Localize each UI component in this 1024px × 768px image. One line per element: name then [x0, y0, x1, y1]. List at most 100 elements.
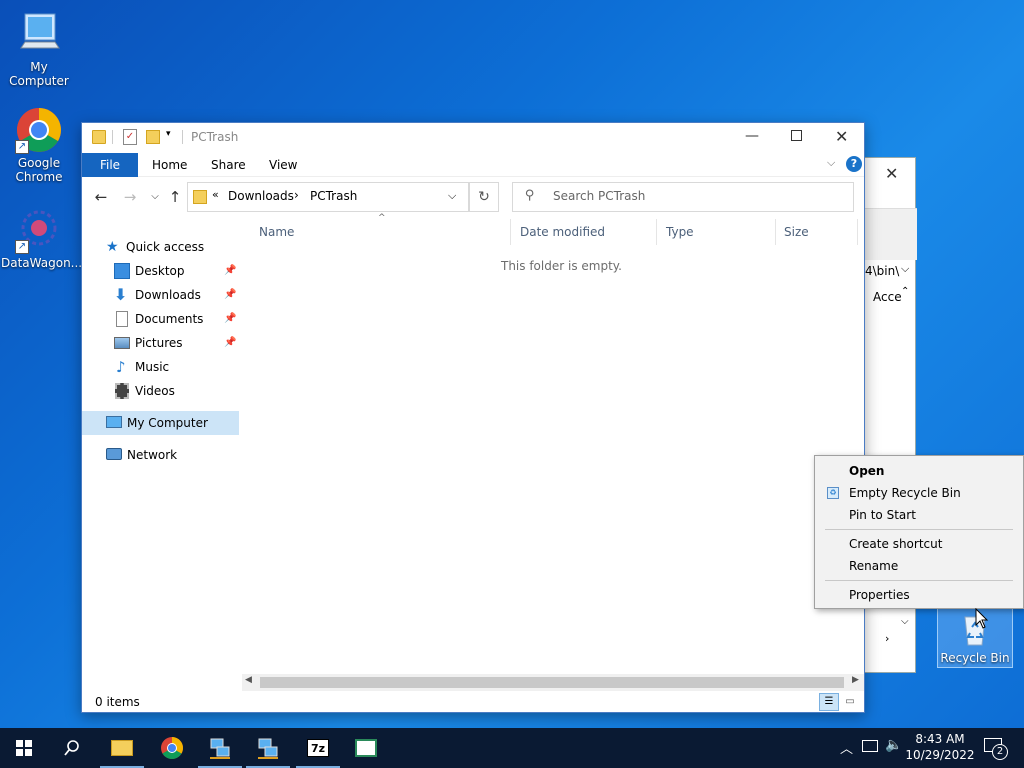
tab-file[interactable]: File: [82, 153, 138, 177]
clock-date: 10/29/2022: [905, 748, 975, 762]
volume-icon[interactable]: 🔈: [885, 737, 902, 753]
address-overflow[interactable]: «: [212, 188, 219, 201]
star-icon: ★: [106, 239, 119, 255]
maximize-icon[interactable]: [791, 130, 802, 141]
nav-my-computer[interactable]: My Computer: [82, 411, 239, 435]
nav-downloads[interactable]: ⬇ Downloads 📌: [82, 283, 239, 307]
column-header-size[interactable]: Size: [776, 219, 858, 245]
shortcut-arrow-icon: ↗: [15, 240, 29, 254]
breadcrumb-pctrash[interactable]: PCTrash: [310, 189, 357, 203]
scroll-up-icon[interactable]: ⌃: [901, 286, 909, 297]
network-icon: [106, 448, 122, 460]
taskbar-7zip[interactable]: 7z: [294, 728, 342, 768]
scroll-down-icon[interactable]: ⌵: [901, 616, 909, 627]
documents-icon: [116, 311, 128, 327]
videos-icon: [115, 383, 129, 399]
nav-network[interactable]: Network: [82, 443, 239, 467]
close-icon[interactable]: ✕: [885, 164, 898, 183]
file-explorer-icon: [111, 740, 133, 756]
navigation-pane: ★ Quick access Desktop 📌 ⬇ Downloads 📌 D…: [82, 233, 239, 683]
scroll-left-icon[interactable]: ◀: [245, 675, 252, 685]
chevron-up-icon[interactable]: ︿: [840, 738, 853, 757]
pin-icon[interactable]: 📌: [224, 283, 236, 307]
nav-videos[interactable]: Videos: [82, 379, 239, 403]
tab-home[interactable]: Home: [138, 153, 201, 177]
up-arrow-icon[interactable]: ↑: [164, 185, 186, 209]
scroll-right-icon[interactable]: ›: [885, 632, 889, 645]
column-header-type[interactable]: Type: [658, 219, 776, 245]
item-count: 0 items: [95, 695, 140, 709]
scroll-thumb[interactable]: [260, 677, 844, 688]
pin-icon[interactable]: 📌: [224, 331, 236, 355]
title-bar[interactable]: ✓ ▾ PCTrash — ✕: [82, 123, 864, 153]
back-arrow-icon[interactable]: ←: [90, 185, 112, 209]
desktop-icon-label: DataWagon...: [1, 256, 83, 270]
menu-item-properties[interactable]: Properties: [815, 584, 1023, 606]
scroll-right-icon[interactable]: ▶: [852, 675, 859, 685]
taskbar-chrome[interactable]: [148, 728, 196, 768]
nav-pictures[interactable]: Pictures 📌: [82, 331, 239, 355]
close-icon[interactable]: ✕: [835, 127, 848, 146]
address-bar[interactable]: « Downloads › PCTrash ⌵: [187, 182, 469, 212]
search-placeholder: Search PCTrash: [553, 189, 646, 203]
recent-dropdown-icon[interactable]: ⌵: [144, 185, 166, 209]
menu-separator: [825, 529, 1013, 530]
details-view-icon[interactable]: ☰: [819, 693, 839, 711]
properties-check-icon[interactable]: ✓: [123, 129, 137, 145]
download-arrow-icon: ⬇: [114, 285, 128, 304]
search-button[interactable]: [48, 728, 96, 768]
qat-dropdown-icon[interactable]: ▾: [166, 129, 171, 139]
column-header-name[interactable]: Name: [251, 219, 511, 245]
file-explorer-window[interactable]: ✓ ▾ PCTrash — ✕ File Home Share View ⌵ ?…: [81, 122, 865, 713]
nav-music[interactable]: ♪ Music: [82, 355, 239, 379]
breadcrumb-downloads[interactable]: Downloads: [228, 189, 294, 203]
menu-item-empty-recycle-bin[interactable]: ♻ Empty Recycle Bin: [815, 482, 1023, 504]
pin-icon[interactable]: 📌: [224, 307, 236, 331]
help-icon[interactable]: ?: [846, 156, 862, 172]
back-window-column: Acce: [873, 290, 902, 304]
taskbar-network-app-1[interactable]: [196, 728, 244, 768]
desktop-icon-my-computer[interactable]: My Computer: [1, 10, 77, 88]
menu-item-open[interactable]: Open: [815, 460, 1023, 482]
nav-documents[interactable]: Documents 📌: [82, 307, 239, 331]
pin-icon[interactable]: 📌: [224, 259, 236, 283]
window-title: PCTrash: [191, 130, 239, 144]
horizontal-scrollbar[interactable]: ◀ ▶: [242, 674, 864, 691]
breadcrumb-separator-icon[interactable]: ›: [294, 188, 299, 202]
recycle-icon: ♻: [827, 487, 839, 499]
nav-quick-access[interactable]: ★ Quick access: [82, 235, 239, 259]
menu-item-pin-to-start[interactable]: Pin to Start: [815, 504, 1023, 526]
taskbar-app-window[interactable]: [342, 728, 390, 768]
search-input[interactable]: ⚲ Search PCTrash: [512, 182, 854, 212]
desktop-icon-datawagon[interactable]: ↗ DataWagon...: [1, 206, 83, 270]
start-button[interactable]: [0, 728, 48, 768]
new-folder-icon[interactable]: [146, 130, 160, 144]
taskbar-network-app-2[interactable]: [244, 728, 292, 768]
column-header-date-modified[interactable]: Date modified: [512, 219, 657, 245]
action-center-button[interactable]: 2: [980, 734, 1010, 762]
7zip-icon: 7z: [307, 739, 329, 757]
desktop-icon-google-chrome[interactable]: ↗ Google Chrome: [1, 106, 77, 184]
tab-share[interactable]: Share: [197, 153, 260, 177]
minimize-icon[interactable]: —: [745, 128, 759, 144]
taskbar-file-explorer[interactable]: [98, 728, 146, 768]
ribbon-expand-icon[interactable]: ⌵: [827, 156, 835, 170]
address-dropdown-icon[interactable]: ⌵: [448, 189, 456, 203]
menu-item-create-shortcut[interactable]: Create shortcut: [815, 533, 1023, 555]
my-computer-icon: [106, 416, 122, 428]
status-bar: 0 items ☰ ▭: [82, 691, 864, 713]
chevron-down-icon[interactable]: ⌵: [901, 262, 909, 276]
desktop-folder-icon: [114, 263, 130, 279]
taskbar: 7z ︿ 🔈 8:43 AM 10/29/2022 2: [0, 728, 1024, 768]
network-computers-icon: [210, 738, 230, 759]
clock[interactable]: 8:43 AM 10/29/2022: [905, 731, 975, 763]
tab-view[interactable]: View: [255, 153, 311, 177]
network-status-icon[interactable]: [862, 740, 878, 752]
menu-item-rename[interactable]: Rename: [815, 555, 1023, 577]
refresh-button[interactable]: ↻: [469, 182, 499, 212]
empty-folder-message: This folder is empty.: [501, 259, 622, 273]
nav-desktop[interactable]: Desktop 📌: [82, 259, 239, 283]
large-icons-view-icon[interactable]: ▭: [842, 694, 858, 710]
windows-logo-icon: [16, 740, 32, 756]
forward-arrow-icon[interactable]: →: [119, 185, 141, 209]
